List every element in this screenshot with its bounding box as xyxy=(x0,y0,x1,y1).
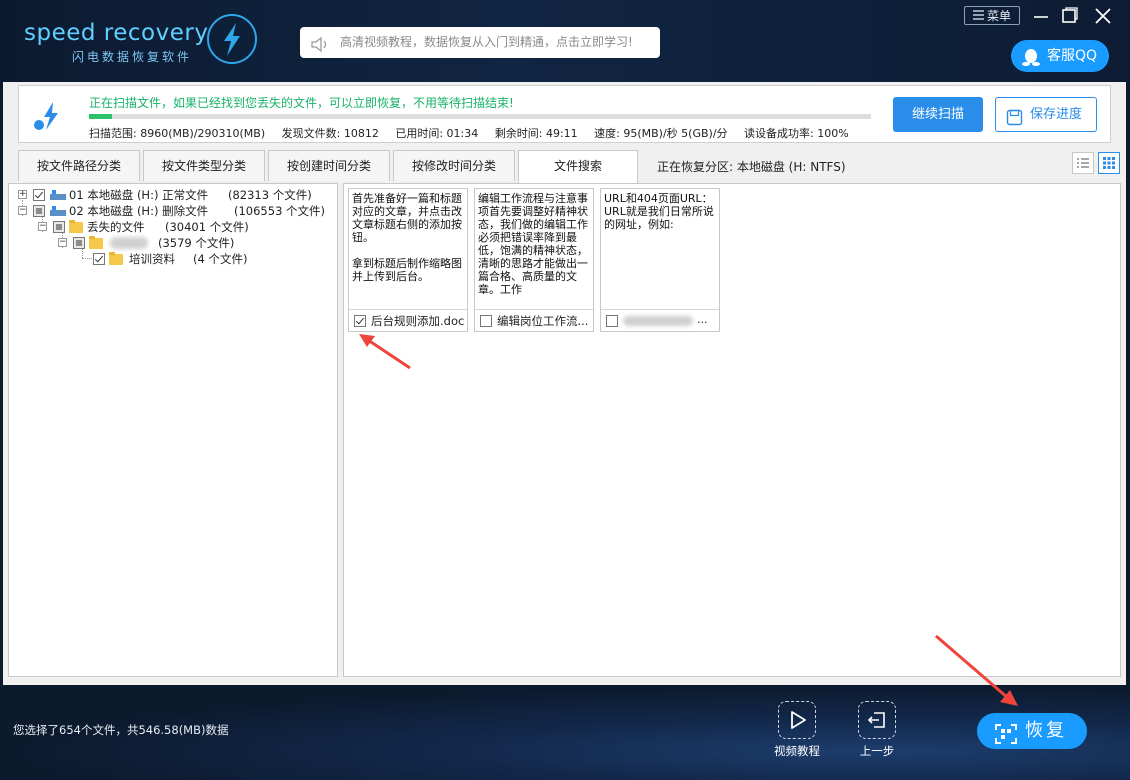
file-name: 编辑岗位工作流... xyxy=(497,314,589,328)
file-card[interactable]: URL和404页面URL：URL就是我们日常所说的网址，例如: ... xyxy=(600,188,720,332)
back-label: 上一步 xyxy=(859,744,895,758)
close-button[interactable] xyxy=(1092,5,1114,27)
found-files: 发现文件数: 10812 xyxy=(281,127,379,140)
minimize-button[interactable] xyxy=(1030,5,1052,27)
footer-bar: 您选择了654个文件，共546.58(MB)数据 视频教程 上一步 恢复 xyxy=(0,685,1130,780)
scan-progress-bar xyxy=(89,114,871,119)
tree-item-label: 01 本地磁盘 (H:) 正常文件 xyxy=(69,188,209,202)
customer-service-qq-button[interactable]: 客服QQ xyxy=(1011,40,1109,72)
logo-text: speed recovery xyxy=(24,20,209,46)
qq-label: 客服QQ xyxy=(1047,48,1098,64)
ellipsis: ... xyxy=(697,313,708,326)
drive-icon xyxy=(49,205,67,222)
tree-item-count: (30401 个文件) xyxy=(165,220,249,234)
tab-file-search[interactable]: 文件搜索 xyxy=(518,150,638,183)
scan-stats: 扫描范围: 8960(MB)/290310(MB) 发现文件数: 10812 已… xyxy=(89,125,862,141)
tab-by-modified-time[interactable]: 按修改时间分类 xyxy=(393,150,515,181)
continue-scan-button[interactable]: 继续扫描 xyxy=(893,97,983,132)
menu-button[interactable]: 菜单 xyxy=(964,6,1020,25)
tree-checkbox[interactable] xyxy=(33,205,45,217)
scan-lightning-icon xyxy=(31,100,65,137)
file-thumbnail-panel: 首先准备好一篇和标题对应的文章，并点击改文章标题右侧的添加按钮。 拿到标题后制作… xyxy=(343,183,1121,677)
folder-icon xyxy=(109,252,123,265)
tree-item-count: (82313 个文件) xyxy=(228,188,312,202)
tree-item-count: (4 个文件) xyxy=(193,252,248,266)
video-tutorial-label: 视频教程 xyxy=(774,744,820,758)
file-checkbox[interactable] xyxy=(606,315,618,327)
tree-item-label: 02 本地磁盘 (H:) 删除文件 xyxy=(69,204,209,218)
elapsed-time: 已用时间: 01:34 xyxy=(395,127,479,140)
tree-item-label: 培训资料 xyxy=(129,252,175,266)
collapse-toggle[interactable]: − xyxy=(38,222,47,231)
recover-button[interactable]: 恢复 xyxy=(977,713,1087,749)
file-card-footer: ... xyxy=(601,309,719,332)
maximize-icon xyxy=(1062,7,1078,23)
save-progress-button[interactable]: 保存进度 xyxy=(995,97,1097,132)
tree-checkbox[interactable] xyxy=(33,189,45,201)
qq-penguin-icon xyxy=(1021,47,1041,79)
current-partition: 正在恢复分区: 本地磁盘 (H: NTFS) xyxy=(657,160,846,174)
scan-message: 正在扫描文件，如果已经找到您丢失的文件，可以立即恢复，不用等待扫描结束! xyxy=(89,96,514,110)
scan-status-panel: 正在扫描文件，如果已经找到您丢失的文件，可以立即恢复，不用等待扫描结束! 扫描范… xyxy=(18,85,1111,143)
back-icon xyxy=(858,701,896,739)
list-view-icon xyxy=(1077,158,1089,168)
scan-progress-fill xyxy=(89,114,113,119)
tab-by-created-time[interactable]: 按创建时间分类 xyxy=(268,150,390,181)
title-bar: speed recovery 闪电数据恢复软件 高清视频教程，数据恢复从入门到精… xyxy=(0,0,1130,84)
remaining-time: 剩余时间: 49:11 xyxy=(494,127,578,140)
tree-item-count: (3579 个文件) xyxy=(158,236,235,250)
file-preview: 首先准备好一篇和标题对应的文章，并点击改文章标题右侧的添加按钮。 拿到标题后制作… xyxy=(352,192,462,283)
lightning-logo-icon xyxy=(207,14,257,64)
file-card-footer: 编辑岗位工作流... xyxy=(475,309,593,332)
menu-icon xyxy=(972,7,984,26)
main-panel: 正在扫描文件，如果已经找到您丢失的文件，可以立即恢复，不用等待扫描结束! 扫描范… xyxy=(3,82,1126,685)
tree-item-count: (106553 个文件) xyxy=(234,204,326,218)
tree-checkbox[interactable] xyxy=(53,221,65,233)
read-success-rate: 读设备成功率: 100% xyxy=(744,127,849,140)
file-card[interactable]: 首先准备好一篇和标题对应的文章，并点击改文章标题右侧的添加按钮。 拿到标题后制作… xyxy=(348,188,468,332)
list-view-button[interactable] xyxy=(1072,152,1094,174)
tree-item-label: 丢失的文件 xyxy=(87,220,145,234)
save-progress-label: 保存进度 xyxy=(1030,107,1083,122)
recover-label: 恢复 xyxy=(1025,720,1067,741)
file-name: 后台规则添加.doc xyxy=(371,314,465,328)
save-disk-icon xyxy=(1006,106,1023,139)
tree-checkbox[interactable] xyxy=(93,253,105,265)
tutorial-banner[interactable]: 高清视频教程，数据恢复从入门到精通，点击立即学习! xyxy=(300,27,660,58)
play-icon xyxy=(778,701,816,739)
logo: speed recovery 闪电数据恢复软件 xyxy=(24,20,208,65)
file-checkbox[interactable] xyxy=(354,315,366,327)
scan-range: 扫描范围: 8960(MB)/290310(MB) xyxy=(89,127,266,140)
file-card-footer: 后台规则添加.doc xyxy=(349,309,467,332)
drive-icon xyxy=(49,189,67,206)
blurred-folder-name xyxy=(110,237,148,249)
close-icon xyxy=(1095,8,1111,24)
tab-by-type[interactable]: 按文件类型分类 xyxy=(143,150,265,181)
scan-frame-icon xyxy=(995,721,1017,757)
grid-view-icon xyxy=(1103,157,1115,169)
thumbnail-view-button[interactable] xyxy=(1098,152,1120,174)
folder-icon xyxy=(89,236,103,249)
file-preview: 编辑工作流程与注意事项首先要调整好精神状态，我们做的编辑工作必须把错误率降到最低… xyxy=(478,192,588,296)
expand-toggle[interactable]: + xyxy=(18,190,27,199)
file-checkbox[interactable] xyxy=(480,315,492,327)
maximize-button[interactable] xyxy=(1058,5,1080,27)
file-card[interactable]: 编辑工作流程与注意事项首先要调整好精神状态，我们做的编辑工作必须把错误率降到最低… xyxy=(474,188,594,332)
file-preview: URL和404页面URL：URL就是我们日常所说的网址，例如: xyxy=(604,192,714,231)
logo-subtitle: 闪电数据恢复软件 xyxy=(72,50,193,64)
folder-icon xyxy=(69,220,83,233)
blurred-file-name xyxy=(623,316,693,326)
selection-summary: 您选择了654个文件，共546.58(MB)数据 xyxy=(13,723,229,737)
speaker-icon xyxy=(310,34,330,65)
tutorial-banner-text: 高清视频教程，数据恢复从入门到精通，点击立即学习! xyxy=(340,35,633,49)
directory-tree[interactable]: + 01 本地磁盘 (H:) 正常文件 (82313 个文件) − 02 本地磁… xyxy=(8,183,338,677)
menu-label: 菜单 xyxy=(986,9,1011,23)
scan-speed: 速度: 95(MB)/秒 5(GB)/分 xyxy=(594,127,728,140)
back-button[interactable]: 上一步 xyxy=(847,701,907,759)
collapse-toggle[interactable]: − xyxy=(58,238,67,247)
video-tutorial-button[interactable]: 视频教程 xyxy=(767,701,827,759)
tab-by-path[interactable]: 按文件路径分类 xyxy=(18,150,140,181)
collapse-toggle[interactable]: − xyxy=(18,206,27,215)
tree-checkbox[interactable] xyxy=(73,237,85,249)
